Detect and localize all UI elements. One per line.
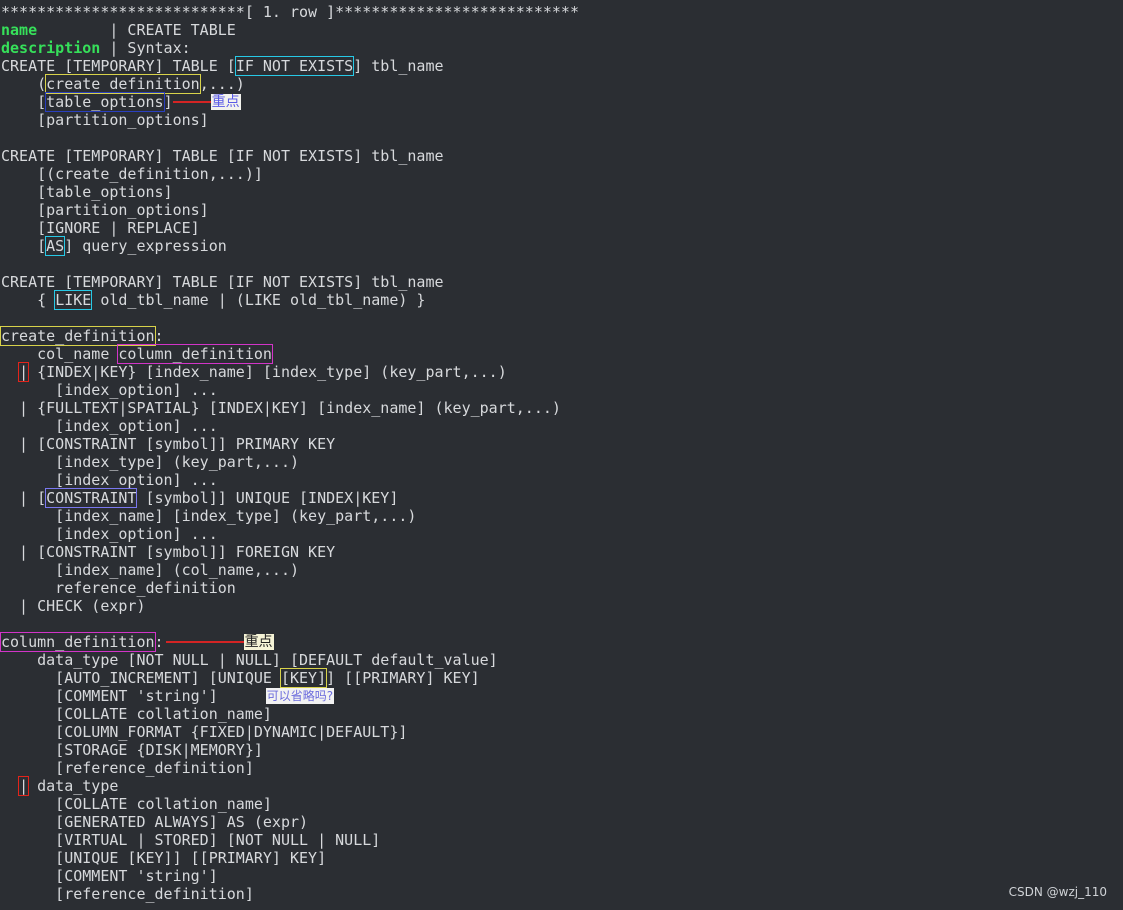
name-label: name [1,21,38,39]
description-value: | Syntax: [100,39,191,57]
syntax-line: column_definition: 重点 [0,632,1122,652]
syntax-line: [index_name] [index_type] (key_part,...) [1,507,417,525]
syntax-line: [index_name] (col_name,...) [1,561,300,579]
syntax-line: | [CONSTRAINT [symbol]] PRIMARY KEY [1,435,336,453]
syntax-line: [partition_options] [1,201,209,219]
row-header: ***************************[ 1. row ]***… [1,3,579,21]
syntax-line: [IGNORE | REPLACE] [1,219,200,237]
syntax-line: { LIKE old_tbl_name | (LIKE old_tbl_name… [1,290,1122,310]
syntax-text: : [154,327,164,345]
syntax-line: [COLLATE collation_name] [1,705,272,723]
syntax-text: [COMMENT 'string'] [1,687,218,705]
syntax-line: [STORAGE {DISK|MEMORY}] [1,741,263,759]
syntax-text: [ [1,237,47,255]
syntax-line: [GENERATED ALWAYS] AS (expr) [1,813,309,831]
syntax-line: [reference_definition] [1,759,254,777]
syntax-line: [reference_definition] [1,885,254,903]
syntax-line: | {FULLTEXT|SPATIAL} [INDEX|KEY] [index_… [1,399,561,417]
highlight-box-column-definition: column_definition [117,344,273,364]
syntax-line: create_definition: [0,326,1122,346]
highlight-box-create-definition: create_definition [45,74,201,94]
highlight-box-key: [KEY] [279,668,328,688]
annotation-note-question: 可以省略吗? [265,687,335,704]
syntax-text: ( [1,75,47,93]
highlight-box-pipe: | [18,776,30,796]
syntax-text: | [ [1,489,47,507]
syntax-line: [VIRTUAL | STORED] [NOT NULL | NULL] [1,831,381,849]
syntax-text [1,777,19,795]
name-value: | CREATE TABLE [37,21,236,39]
syntax-line: [table_options] [1,183,173,201]
syntax-line: [AS] query_expression [1,236,1122,256]
syntax-text: ] [[PRIMARY] KEY] [326,669,480,687]
annotation-arrow [165,640,244,643]
annotation-note-important: 重点 [243,633,274,650]
syntax-line: [(create_definition,...)] [1,165,263,183]
terminal-output: ***************************[ 1. row ]***… [0,3,1122,903]
syntax-line: | [CONSTRAINT [symbol]] UNIQUE [INDEX|KE… [1,488,1122,508]
syntax-line: [UNIQUE [KEY]] [[PRIMARY] KEY] [1,849,327,867]
syntax-text: [AUTO_INCREMENT] [UNIQUE [1,669,281,687]
syntax-line: [index_option] ... [1,381,218,399]
syntax-line: reference_definition [1,579,236,597]
syntax-line: CREATE [TEMPORARY] TABLE [IF NOT EXISTS]… [1,273,444,291]
syntax-text: col_name [1,345,119,363]
name-row: name | CREATE TABLE [1,21,1122,39]
syntax-line: [index_option] ... [1,525,218,543]
syntax-line: | {INDEX|KEY} [index_name] [index_type] … [1,362,1122,382]
highlight-box-as: AS [45,236,66,256]
syntax-text: old_tbl_name | (LIKE old_tbl_name) } [91,291,426,309]
syntax-line: [partition_options] [1,111,209,129]
syntax-line: CREATE [TEMPORARY] TABLE [IF NOT EXISTS]… [1,56,1122,76]
syntax-text: ] [163,93,173,111]
syntax-line: [AUTO_INCREMENT] [UNIQUE [KEY]] [[PRIMAR… [1,668,1122,688]
annotation-note-important: 重点 [210,93,241,110]
syntax-line: [COMMENT 'string'] [1,867,218,885]
syntax-line: [index_option] ... [1,471,218,489]
syntax-text: CREATE [TEMPORARY] TABLE [ [1,57,236,75]
syntax-line: [table_options] 重点 [1,92,1122,112]
syntax-text [1,363,19,381]
syntax-line: CREATE [TEMPORARY] TABLE [IF NOT EXISTS]… [1,147,444,165]
highlight-box-like: LIKE [54,290,93,310]
syntax-text: { [1,291,56,309]
syntax-line: [index_option] ... [1,417,218,435]
syntax-line: [COMMENT 'string'] 可以省略吗? [1,687,1122,705]
syntax-line: [COLLATE collation_name] [1,795,272,813]
syntax-line: | [CONSTRAINT [symbol]] FOREIGN KEY [1,543,336,561]
syntax-line: [COLUMN_FORMAT {FIXED|DYNAMIC|DEFAULT}] [1,723,408,741]
syntax-text: {INDEX|KEY} [index_name] [index_type] (k… [28,363,507,381]
syntax-line: (create_definition,...) [1,74,1122,94]
highlight-box-column-definition-heading: column_definition [0,632,156,652]
syntax-line: data_type [NOT NULL | NULL] [DEFAULT def… [1,651,498,669]
syntax-text: [symbol]] UNIQUE [INDEX|KEY] [136,489,399,507]
syntax-text: ,...) [199,75,245,93]
syntax-text: : [154,633,164,651]
highlight-box-constraint: CONSTRAINT [45,488,138,508]
syntax-text: [ [1,93,47,111]
syntax-text: data_type [28,777,119,795]
highlight-box-pipe: | [18,362,30,382]
syntax-line: [index_type] (key_part,...) [1,453,300,471]
syntax-line: col_name column_definition [1,344,1122,364]
syntax-text: ] tbl_name [353,57,444,75]
highlight-box-if-not-exists: IF NOT EXISTS [234,56,355,76]
watermark: CSDN @wzj_110 [1008,885,1107,899]
highlight-box-table-options: table_options [45,92,165,112]
syntax-line: | data_type [1,776,1122,796]
description-row: description | Syntax: [1,39,1122,57]
annotation-arrow [172,100,211,103]
description-label: description [1,39,101,57]
syntax-text: ] query_expression [64,237,227,255]
syntax-line: | CHECK (expr) [1,597,146,615]
highlight-box-create-definition-heading: create_definition [0,326,156,346]
